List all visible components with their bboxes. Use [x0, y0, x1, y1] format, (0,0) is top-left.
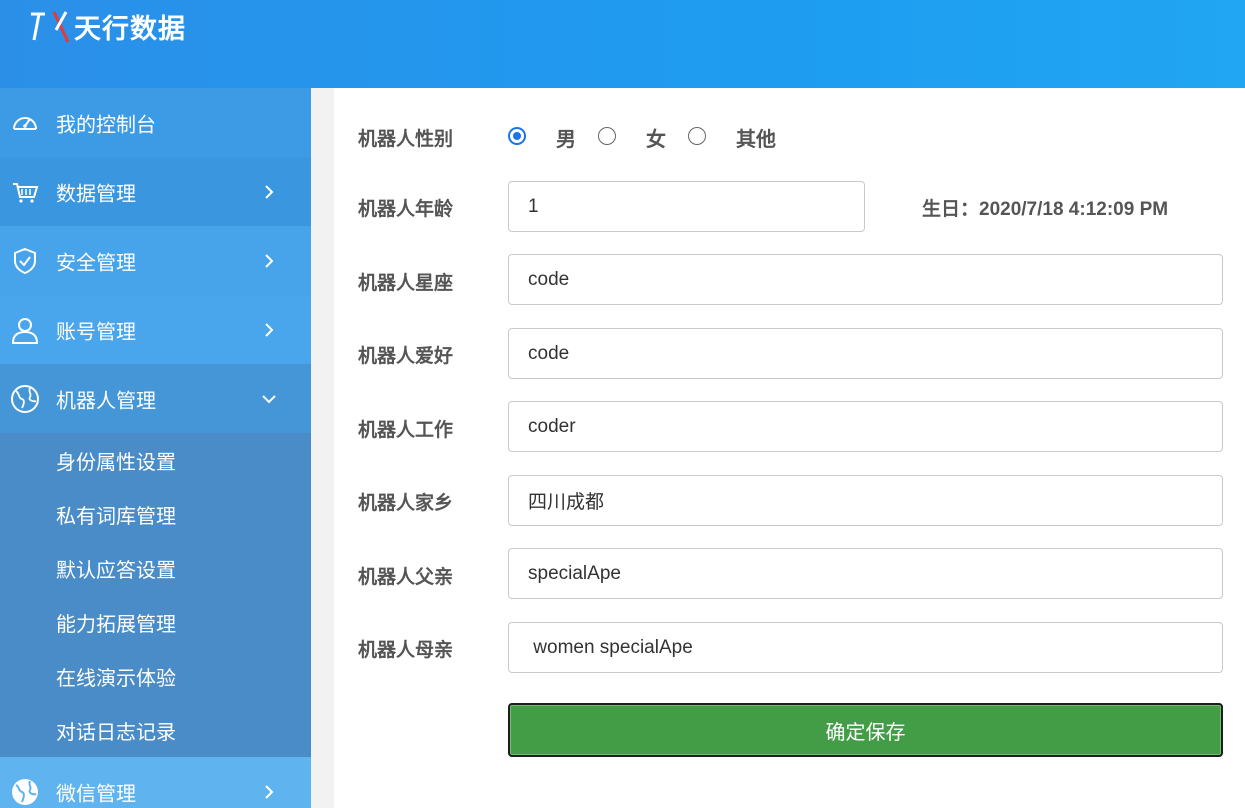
sidebar-item-label: 账号管理 — [56, 319, 136, 343]
sidebar-item-robot[interactable]: 机器人管理 — [0, 364, 311, 433]
hometown-label: 机器人家乡 — [358, 492, 454, 514]
age-label: 机器人年龄 — [358, 198, 454, 220]
globe-icon — [11, 384, 39, 413]
cart-icon — [13, 182, 39, 203]
hometown-input[interactable]: 四川成都 — [508, 475, 1223, 526]
hobby-input[interactable]: code — [508, 328, 1223, 379]
age-input[interactable]: 1 — [508, 181, 865, 232]
sidebar-item-label: 安全管理 — [56, 250, 136, 274]
dashboard-icon — [13, 116, 37, 130]
mother-label: 机器人母亲 — [358, 639, 454, 661]
logo-text: 天行数据 — [74, 13, 186, 45]
gender-radio-other[interactable] — [688, 127, 706, 145]
chevron-right-icon — [265, 253, 274, 268]
gender-radio-male[interactable] — [508, 127, 526, 145]
gender-option-label: 男 — [556, 127, 576, 151]
sidebar-item-label: 数据管理 — [56, 181, 136, 205]
gender-option-label: 女 — [646, 127, 666, 151]
birthday-text: 生日：2020/7/18 4:12:09 PM — [922, 199, 1169, 220]
gender-option-label: 其他 — [736, 127, 776, 151]
sidebar-item-security[interactable]: 安全管理 — [0, 226, 311, 295]
chevron-down-icon — [262, 394, 276, 403]
constellation-label: 机器人星座 — [358, 272, 454, 294]
mother-input[interactable]: women specialApe — [508, 622, 1223, 673]
user-icon — [11, 317, 39, 344]
sidebar-item-account[interactable]: 账号管理 — [0, 295, 311, 364]
top-header: 天行数据 — [0, 0, 1245, 88]
sidebar-item-label: 我的控制台 — [56, 112, 156, 136]
save-button[interactable]: 确定保存 — [508, 703, 1223, 757]
sidebar-item-wechat[interactable]: 微信管理 — [0, 757, 311, 808]
hobby-label: 机器人爱好 — [358, 345, 454, 367]
gender-label: 机器人性别 — [358, 128, 454, 150]
chevron-right-icon — [265, 784, 274, 799]
sidebar-item-data[interactable]: 数据管理 — [0, 157, 311, 226]
chevron-right-icon — [265, 184, 274, 199]
gender-radio-female[interactable] — [598, 127, 616, 145]
constellation-input[interactable]: code — [508, 254, 1223, 305]
submenu-item[interactable]: 私有词库管理 — [0, 487, 311, 541]
chevron-right-icon — [265, 322, 274, 337]
sidebar: 我的控制台 数据管理 安全管理 账号管理 机器人管理 身份属性设置 私有词库管理… — [0, 88, 311, 808]
job-label: 机器人工作 — [358, 419, 454, 441]
job-input[interactable]: coder — [508, 401, 1223, 452]
submenu-item[interactable]: 默认应答设置 — [0, 541, 311, 595]
sidebar-item-label: 机器人管理 — [56, 388, 156, 412]
logo-mark-icon — [31, 11, 70, 43]
shield-icon — [14, 247, 36, 274]
submenu-item[interactable]: 对话日志记录 — [0, 703, 311, 757]
submenu-item[interactable]: 能力拓展管理 — [0, 595, 311, 649]
submenu-item[interactable]: 在线演示体验 — [0, 649, 311, 703]
father-input[interactable]: specialApe — [508, 548, 1223, 599]
father-label: 机器人父亲 — [358, 566, 454, 588]
submenu-item[interactable]: 身份属性设置 — [0, 433, 311, 487]
sidebar-item-dashboard[interactable]: 我的控制台 — [0, 88, 311, 157]
logo[interactable]: 天行数据 — [28, 6, 186, 46]
robot-submenu: 身份属性设置 私有词库管理 默认应答设置 能力拓展管理 在线演示体验 对话日志记… — [0, 433, 311, 757]
sidebar-item-label: 微信管理 — [56, 781, 136, 805]
globe-icon — [12, 778, 38, 805]
